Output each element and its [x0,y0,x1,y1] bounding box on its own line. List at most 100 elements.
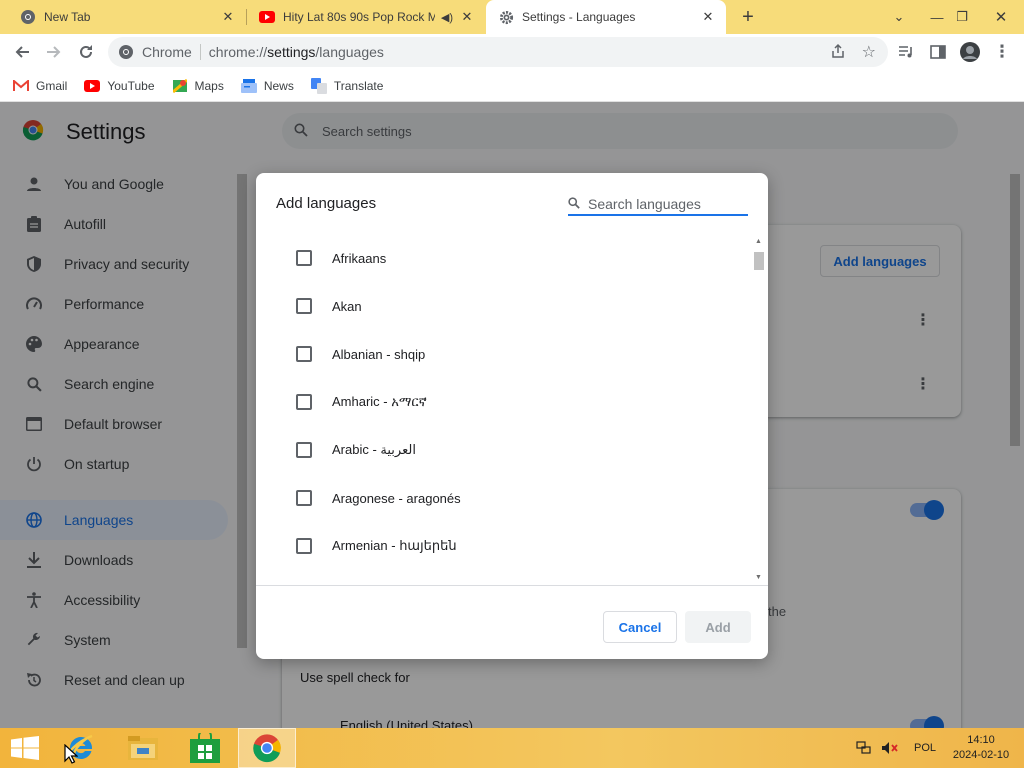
language-option-aragonese[interactable]: Aragonese - aragonés [256,474,752,522]
tab-title: New Tab [44,10,91,24]
cancel-button[interactable]: Cancel [603,611,677,643]
speaker-icon[interactable]: ◀) [441,11,453,24]
search-icon [568,196,582,212]
search-languages-field[interactable] [568,194,748,216]
news-icon [240,78,258,94]
chip-separator [199,44,201,60]
chrome-icon [253,734,281,763]
checkbox[interactable] [296,250,312,266]
language-option-arabic[interactable]: Arabic - العربية [256,426,752,474]
window-close-button[interactable]: ✕ [984,0,1018,34]
reload-button[interactable] [72,38,100,66]
bookmark-news[interactable]: News [240,78,294,94]
scrollbar-thumb[interactable] [754,252,764,270]
site-chip[interactable]: Chrome [118,44,192,60]
language-option-armenian[interactable]: Armenian - հայերեն [256,522,752,570]
address-bar[interactable]: Chrome chrome://settings/languages ☆ [108,37,888,67]
input-language-indicator[interactable]: POL [914,742,936,754]
language-label: Akan [332,298,362,314]
tab-title: Settings - Languages [522,10,636,24]
checkbox[interactable] [296,298,312,314]
more-menu-icon[interactable]: ⋮ [988,38,1016,66]
language-list-scrollbar[interactable]: ▲ ▼ [752,236,766,583]
chrome-icon [20,9,36,25]
language-option-akan[interactable]: Akan [256,282,752,330]
language-option-afrikaans[interactable]: Afrikaans [256,234,752,282]
youtube-icon [259,9,275,25]
site-chip-label: Chrome [142,44,192,60]
close-icon[interactable]: ✕ [459,9,475,25]
windows-taskbar: POL 14:10 2024-02-10 [0,728,1024,768]
chevron-down-icon[interactable]: ⌄ [882,0,916,34]
gmail-icon [12,78,30,94]
language-option-amharic[interactable]: Amharic - አማርኛ [256,378,752,426]
bookmark-maps[interactable]: Maps [171,78,224,94]
close-icon[interactable]: ✕ [700,9,716,25]
translate-icon [310,77,328,94]
tab-settings[interactable]: Settings - Languages ✕ [486,0,726,34]
language-label: Afrikaans [332,250,387,266]
language-label: Arabic - العربية [332,442,416,457]
share-icon[interactable] [830,43,846,62]
taskbar-store[interactable] [176,728,234,768]
checkbox[interactable] [296,442,312,458]
star-icon[interactable]: ☆ [862,42,876,62]
close-icon[interactable]: ✕ [220,9,236,25]
bookmark-youtube[interactable]: YouTube [83,78,155,94]
bookmark-label: Gmail [36,78,68,93]
system-tray: POL 14:10 2024-02-10 [854,728,1024,768]
language-label: Albanian - shqip [332,346,426,362]
gear-icon [498,9,514,25]
browser-toolbar: Chrome chrome://settings/languages ☆ ⋮ [0,34,1024,70]
language-list: Afrikaans Akan Albanian - shqip Amharic … [256,234,752,585]
bookmark-label: Maps [194,78,224,93]
tab-youtube[interactable]: Hity Lat 80s 90s Pop Rock M ◀) ✕ [247,0,485,34]
checkbox[interactable] [296,346,312,362]
tab-title: Hity Lat 80s 90s Pop Rock M [283,10,435,24]
maps-icon [171,78,189,94]
windows-logo-icon [11,736,39,760]
dialog-title: Add languages [276,195,377,212]
chrome-icon [119,45,133,59]
speaker-muted-icon[interactable] [880,741,900,755]
language-option-albanian[interactable]: Albanian - shqip [256,330,752,378]
start-button[interactable] [0,728,50,768]
taskbar-chrome[interactable] [238,728,296,768]
url-text: chrome://settings/languages [208,44,384,60]
clock[interactable]: 14:10 2024-02-10 [950,733,1012,763]
dialog-divider [256,585,768,586]
youtube-icon [83,78,101,94]
tab-new-tab[interactable]: New Tab ✕ [0,0,246,34]
mouse-cursor-icon [64,744,78,764]
clock-date: 2024-02-10 [952,749,1010,761]
checkbox[interactable] [296,394,312,410]
bookmark-label: News [263,78,294,93]
media-control-icon[interactable] [892,38,920,66]
profile-avatar[interactable] [956,38,984,66]
bookmark-label: YouTube [107,78,155,93]
network-icon[interactable] [854,741,874,755]
add-languages-dialog: Add languages Afrikaans Akan Albanian - … [256,173,768,659]
search-languages-input[interactable] [588,196,744,212]
back-button[interactable] [8,38,36,66]
checkbox[interactable] [296,538,312,554]
bookmark-gmail[interactable]: Gmail [12,78,67,94]
taskbar-file-explorer[interactable] [114,728,172,768]
language-label: Aragonese - aragonés [332,490,461,506]
file-explorer-icon [128,736,158,760]
bookmark-label: Translate [333,78,384,93]
store-icon [190,733,220,763]
side-panel-icon[interactable] [924,38,952,66]
taskbar-internet-explorer[interactable] [52,728,110,768]
language-label: Armenian - հայերեն [332,538,457,553]
restore-button[interactable]: ❐ [945,0,979,34]
scroll-down-arrow-icon[interactable]: ▼ [755,574,762,581]
checkbox[interactable] [296,490,312,506]
tab-strip: New Tab ✕ Hity Lat 80s 90s Pop Rock M ◀)… [0,0,1024,34]
scroll-up-arrow-icon[interactable]: ▲ [755,238,762,245]
bookmark-translate[interactable]: Translate [310,77,384,94]
bookmarks-bar: Gmail YouTube Maps News Translate [0,70,1024,102]
new-tab-button[interactable]: + [736,5,760,29]
add-button[interactable]: Add [685,611,751,643]
forward-button[interactable] [40,38,68,66]
